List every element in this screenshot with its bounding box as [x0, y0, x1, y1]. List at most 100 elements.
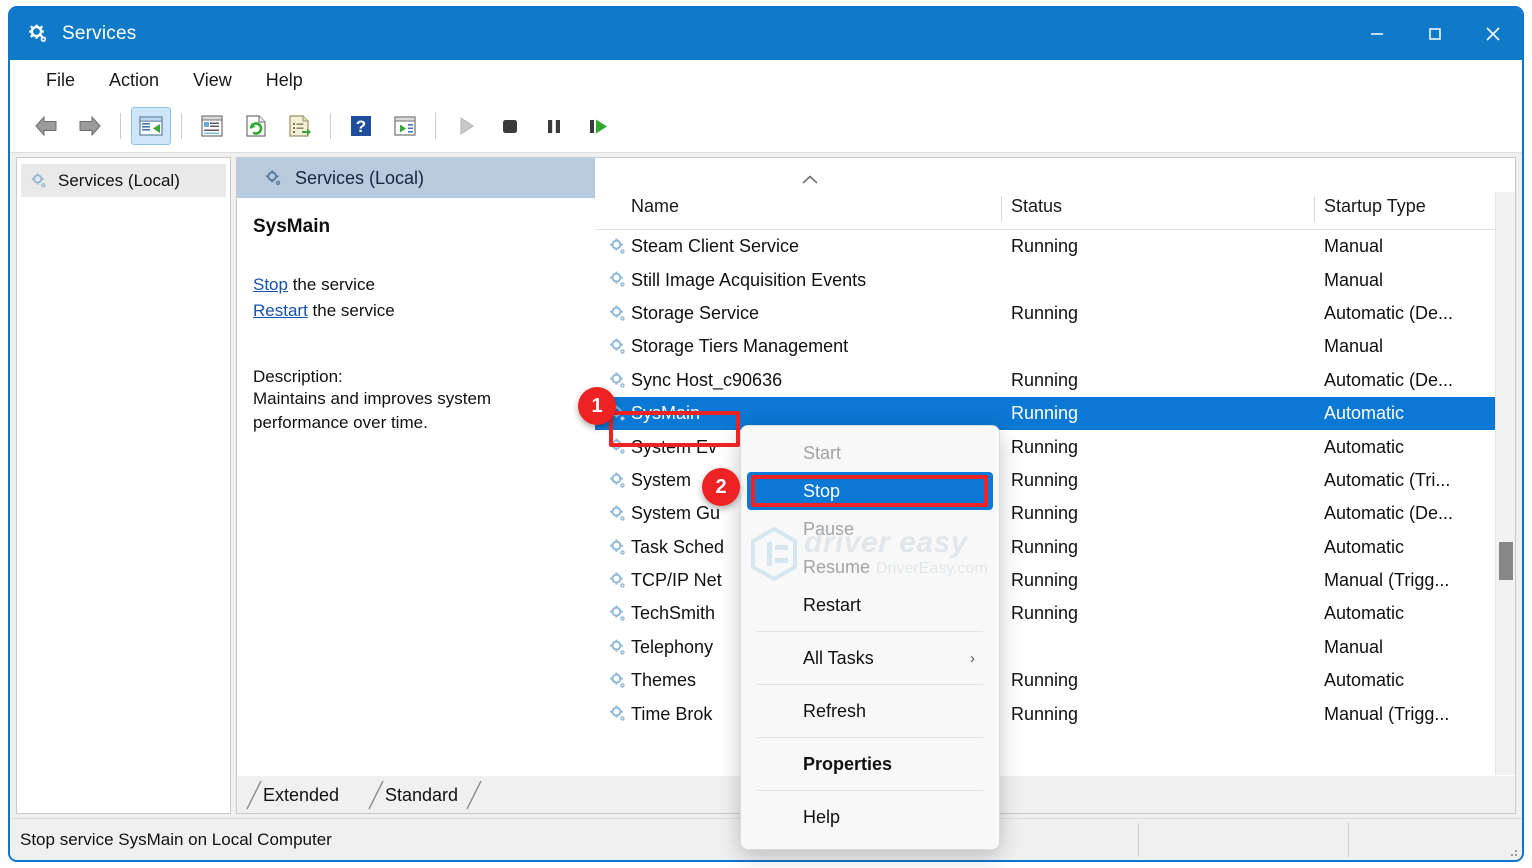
context-menu-item-all-tasks[interactable]: All Tasks›	[747, 639, 993, 677]
cell-startup-type: Automatic	[1324, 670, 1404, 691]
context-menu-item-refresh[interactable]: Refresh	[747, 692, 993, 730]
console-tree-pane: Services (Local)	[16, 157, 231, 814]
forward-button[interactable]	[70, 107, 110, 145]
context-menu-separator	[757, 684, 983, 685]
cell-name: Task Sched	[631, 537, 724, 558]
context-menu-item-label: Resume	[803, 557, 870, 578]
service-detail-pane: SysMain Stop the service Restart the ser…	[237, 198, 595, 813]
cell-name: Still Image Acquisition Events	[631, 270, 866, 291]
chevron-right-icon: ›	[970, 650, 975, 667]
sidebar-item-label: Services (Local)	[58, 171, 180, 191]
context-menu-item-help[interactable]: Help	[747, 798, 993, 836]
table-row[interactable]: System EvRunningAutomatic	[595, 430, 1515, 463]
status-bar-divider	[1348, 823, 1349, 857]
table-row[interactable]: Still Image Acquisition EventsManual	[595, 263, 1515, 296]
column-header-startup-type[interactable]: Startup Type	[1324, 196, 1426, 217]
pause-icon[interactable]	[534, 107, 574, 145]
context-menu-item-label: Refresh	[803, 701, 866, 722]
cell-status: Running	[1011, 470, 1078, 491]
stop-service-line: Stop the service	[253, 272, 575, 298]
table-row[interactable]: Sync Host_c90636RunningAutomatic (De...	[595, 364, 1515, 397]
context-menu-item-properties[interactable]: Properties	[747, 745, 993, 783]
help-question-icon[interactable]: ?	[341, 107, 381, 145]
export-list-icon[interactable]	[280, 107, 320, 145]
stop-service-link[interactable]: Stop	[253, 275, 288, 294]
cell-name: TCP/IP Net	[631, 570, 722, 591]
cell-status: Running	[1011, 503, 1078, 524]
context-menu-item-stop[interactable]: Stop	[747, 472, 993, 510]
table-row[interactable]: System GuRunningAutomatic (De...	[595, 497, 1515, 530]
services-gear-icon	[607, 603, 629, 630]
column-header-name[interactable]: Name	[631, 196, 679, 217]
services-gear-icon	[607, 670, 629, 697]
cell-status: Running	[1011, 236, 1078, 257]
sidebar-item-services-local[interactable]: Services (Local)	[21, 164, 226, 197]
window-controls	[1348, 8, 1522, 60]
tab-standard[interactable]: Standard	[385, 780, 458, 810]
column-divider[interactable]	[1001, 196, 1002, 222]
description-text: Maintains and improves system performanc…	[253, 387, 575, 436]
services-gear-icon	[607, 570, 629, 597]
table-row[interactable]: Storage Tiers ManagementManual	[595, 330, 1515, 363]
table-row[interactable]: SysMainRunningAutomatic	[595, 397, 1515, 430]
cell-name: System	[631, 470, 691, 491]
results-pane-title: Services (Local)	[295, 168, 424, 189]
table-row[interactable]: Steam Client ServiceRunningManual	[595, 230, 1515, 263]
services-gear-icon	[26, 22, 50, 46]
context-menu-item-restart[interactable]: Restart	[747, 586, 993, 624]
table-row[interactable]: Time BrokRunningManual (Trigg...	[595, 697, 1515, 730]
maximize-icon[interactable]	[1406, 8, 1464, 60]
context-menu-separator	[757, 737, 983, 738]
back-button[interactable]	[26, 107, 66, 145]
refresh-icon[interactable]	[236, 107, 276, 145]
table-row[interactable]: Storage ServiceRunningAutomatic (De...	[595, 297, 1515, 330]
context-menu-item-label: Start	[803, 443, 841, 464]
play-icon[interactable]	[446, 107, 486, 145]
cell-name: Storage Tiers Management	[631, 336, 848, 357]
services-gear-icon	[607, 470, 629, 497]
stop-square-icon[interactable]	[490, 107, 530, 145]
status-bar-divider	[1138, 823, 1139, 857]
menu-action[interactable]: Action	[95, 67, 173, 94]
console-tree-icon[interactable]	[131, 107, 171, 145]
services-window-screenshot: Services File Action View Help	[0, 0, 1532, 868]
menu-view[interactable]: View	[179, 67, 246, 94]
table-row[interactable]: ThemesRunningAutomatic	[595, 664, 1515, 697]
context-menu-item-pause: Pause	[747, 510, 993, 548]
cell-name: Storage Service	[631, 303, 759, 324]
resize-grip-icon[interactable]	[1503, 842, 1519, 858]
vertical-scrollbar-thumb[interactable]	[1499, 542, 1513, 580]
cell-startup-type: Automatic	[1324, 537, 1404, 558]
tab-edge-right	[465, 780, 483, 810]
cell-startup-type: Automatic (De...	[1324, 503, 1453, 524]
restart-icon[interactable]	[578, 107, 618, 145]
cell-status: Running	[1011, 303, 1078, 324]
context-menu-item-label: Stop	[803, 481, 840, 502]
properties-window-icon[interactable]	[192, 107, 232, 145]
service-context-menu: Start Stop Pause Resume Restart All Tasks› Ref…	[740, 425, 1000, 850]
menu-file[interactable]: File	[32, 67, 89, 94]
tab-edge-left	[245, 780, 263, 810]
menu-help[interactable]: Help	[252, 67, 317, 94]
table-row[interactable]: TelephonyManual	[595, 631, 1515, 664]
svg-text:?: ?	[356, 117, 366, 136]
context-menu-item-resume: Resume	[747, 548, 993, 586]
restart-service-link[interactable]: Restart	[253, 301, 308, 320]
cell-startup-type: Manual	[1324, 236, 1383, 257]
column-header-status[interactable]: Status	[1011, 196, 1062, 217]
table-row[interactable]: TechSmithRunningAutomatic	[595, 597, 1515, 630]
tab-extended[interactable]: Extended	[263, 780, 339, 810]
table-row[interactable]: Task SchedRunningAutomatic	[595, 531, 1515, 564]
cell-startup-type: Automatic	[1324, 437, 1404, 458]
vertical-scrollbar[interactable]	[1495, 192, 1515, 775]
toolbar-separator	[120, 113, 121, 139]
close-icon[interactable]	[1464, 8, 1522, 60]
column-divider[interactable]	[1314, 196, 1315, 222]
minimize-icon[interactable]	[1348, 8, 1406, 60]
context-menu-item-start: Start	[747, 434, 993, 472]
table-row[interactable]: TCP/IP NetRunningManual (Trigg...	[595, 564, 1515, 597]
cell-status: Running	[1011, 370, 1078, 391]
action-pane-icon[interactable]	[385, 107, 425, 145]
context-menu-separator	[757, 790, 983, 791]
cell-status: Running	[1011, 403, 1078, 424]
